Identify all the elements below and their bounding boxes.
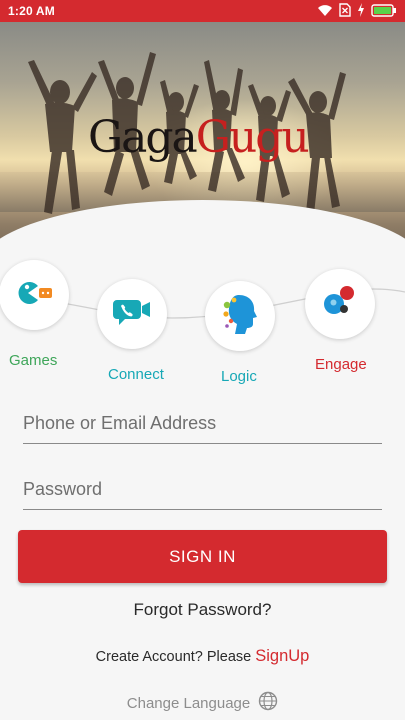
charging-icon xyxy=(357,3,365,17)
wifi-icon xyxy=(317,3,333,17)
phone-or-email-input[interactable] xyxy=(23,403,382,443)
battery-icon xyxy=(371,3,397,17)
status-bar: 1:20 AM xyxy=(0,0,405,22)
brain-head-icon xyxy=(223,293,257,340)
video-chat-icon xyxy=(113,296,151,333)
login-screen: 1:20 AM GagaGugu Games Connect Logic Eng… xyxy=(0,0,405,720)
pacman-icon xyxy=(14,278,54,313)
signup-link[interactable]: SignUp xyxy=(255,647,309,665)
connect-button[interactable] xyxy=(97,279,167,349)
brand-logo-gugu: Gugu xyxy=(195,112,310,163)
password-field[interactable] xyxy=(23,469,382,510)
games-button[interactable] xyxy=(0,260,69,330)
engage-label: Engage xyxy=(315,356,367,373)
brand-logo-gaga: Gaga xyxy=(88,112,198,163)
forgot-password-link[interactable]: Forgot Password? xyxy=(0,600,405,620)
status-time: 1:20 AM xyxy=(8,4,55,18)
hero-image: GagaGugu xyxy=(0,22,405,260)
games-label: Games xyxy=(9,352,58,369)
logic-label: Logic xyxy=(221,368,257,385)
connect-label: Connect xyxy=(108,366,164,383)
identifier-field[interactable] xyxy=(23,403,382,444)
sign-in-button[interactable]: SIGN IN xyxy=(18,530,387,583)
status-icons xyxy=(317,3,397,17)
change-language-row[interactable]: Change Language xyxy=(0,691,405,715)
logic-button[interactable] xyxy=(205,281,275,351)
no-sim-icon xyxy=(339,3,351,17)
brand-logo: GagaGugu xyxy=(88,112,310,163)
features-row: Games Connect Logic Engage xyxy=(0,258,405,390)
create-account-text: Create Account? Please xyxy=(95,649,252,665)
password-input[interactable] xyxy=(23,469,382,509)
globe-icon[interactable] xyxy=(258,691,278,715)
engage-button[interactable] xyxy=(305,269,375,339)
dots-icon xyxy=(320,284,360,325)
change-language-label[interactable]: Change Language xyxy=(127,695,250,712)
create-account-row: Create Account? Please SignUp xyxy=(0,647,405,666)
